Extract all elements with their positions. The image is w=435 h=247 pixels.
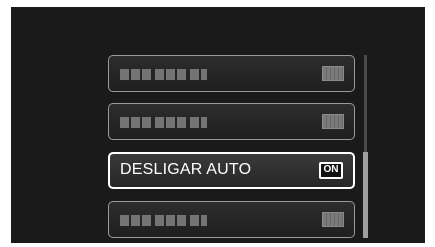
menu-item-disabled: [108, 201, 355, 238]
scrollbar-thumb[interactable]: [363, 152, 368, 238]
greyed-label-placeholder: [120, 68, 207, 81]
on-value-icon: ON: [319, 162, 343, 179]
greyed-value-icon: [322, 212, 344, 227]
greyed-value-icon: [322, 66, 344, 81]
greyed-label-placeholder: [120, 214, 207, 227]
menu-item-disabled: [108, 103, 355, 140]
greyed-label-placeholder: [120, 116, 207, 129]
menu-item-label: DESLIGAR AUTO: [120, 161, 252, 178]
menu-item-desligar-auto[interactable]: DESLIGAR AUTO ON: [108, 152, 355, 189]
menu-item-disabled: [108, 55, 355, 92]
greyed-value-icon: [322, 114, 344, 129]
camera-menu-screen: DESLIGAR AUTO ON: [11, 7, 425, 243]
